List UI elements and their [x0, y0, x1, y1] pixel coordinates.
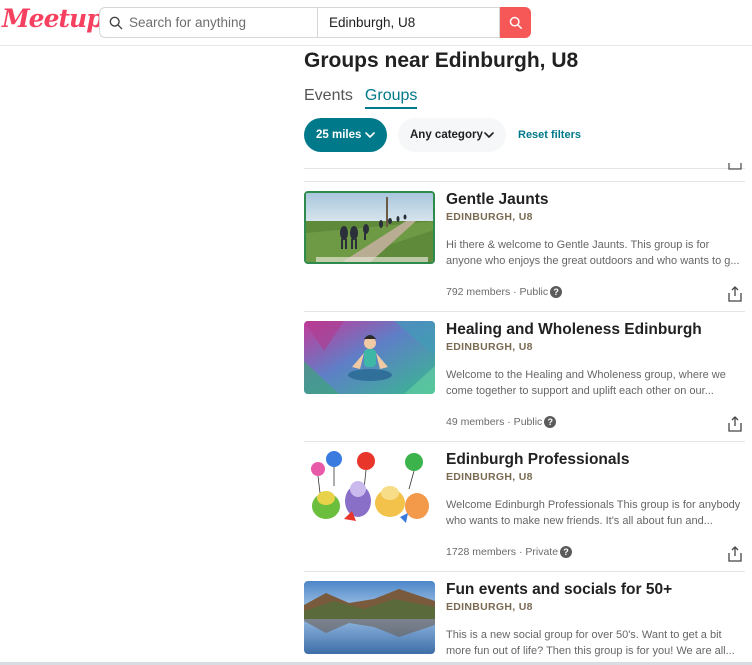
list-item[interactable]: Healing and Wholeness Edinburgh EDINBURG…: [304, 321, 749, 451]
group-description-line: Hi there & welcome to Gentle Jaunts. Thi…: [446, 239, 710, 251]
search-button[interactable]: [500, 7, 531, 38]
group-location: EDINBURGH, U8: [446, 471, 533, 483]
meditation-image: [304, 321, 435, 394]
group-location: EDINBURGH, U8: [446, 601, 533, 613]
meetup-logo[interactable]: Meetup: [2, 4, 104, 33]
mountain-lake-image: [304, 581, 435, 654]
group-name[interactable]: Healing and Wholeness Edinburgh: [446, 321, 702, 339]
group-description-line: Welcome to the Healing and Wholeness gro…: [446, 369, 726, 381]
list-divider: [304, 168, 745, 169]
category-filter[interactable]: Any category: [398, 118, 506, 152]
chevron-down-icon: [484, 132, 494, 138]
group-description: Hi there & welcome to Gentle Jaunts. Thi…: [446, 237, 744, 269]
tab-groups[interactable]: Groups: [364, 87, 418, 109]
group-location: EDINBURGH, U8: [446, 211, 533, 223]
chevron-down-icon: [365, 132, 375, 138]
group-location: EDINBURGH, U8: [446, 341, 533, 353]
search-icon: [509, 16, 522, 29]
group-description-line: anyone who enjoys the great outdoors and…: [446, 255, 740, 267]
page-title: Groups near Edinburgh, U8: [304, 49, 579, 72]
help-icon[interactable]: ?: [544, 416, 557, 428]
group-image-cartoon[interactable]: [304, 451, 435, 524]
group-member-count: 792 members · Public: [446, 286, 549, 298]
group-description-line: who wants to make new friends. It's all …: [446, 515, 713, 527]
group-meta: 49 members · Public ?: [446, 416, 557, 428]
list-divider: [304, 441, 745, 442]
list-divider: [304, 571, 745, 572]
list-item[interactable]: Gentle Jaunts EDINBURGH, U8 Hi there & w…: [304, 191, 749, 321]
group-description: Welcome Edinburgh Professionals This gro…: [446, 497, 744, 529]
group-image-lake[interactable]: [304, 581, 435, 654]
group-description: This is a new social group for over 50's…: [446, 627, 744, 659]
group-description: Welcome to the Healing and Wholeness gro…: [446, 367, 744, 399]
search-field[interactable]: [99, 7, 317, 38]
group-meta: 1728 members · Private ?: [446, 546, 573, 558]
location-field[interactable]: [317, 7, 500, 38]
group-name[interactable]: Fun events and socials for 50+: [446, 581, 672, 599]
share-icon[interactable]: [728, 286, 742, 302]
list-divider: [304, 311, 745, 312]
reset-filters-link[interactable]: Reset filters: [518, 129, 581, 141]
location-input[interactable]: [329, 15, 489, 30]
share-icon[interactable]: [728, 163, 742, 171]
cartoon-party-image: [304, 451, 435, 524]
results-tabs: Events Groups: [304, 87, 418, 109]
group-member-count: 1728 members · Private: [446, 546, 559, 558]
list-item[interactable]: Fun events and socials for 50+ EDINBURGH…: [304, 581, 749, 662]
distance-filter-label: 25 miles: [316, 129, 362, 141]
search-icon: [109, 16, 123, 29]
group-description-line: come together to support and uplift each…: [446, 385, 714, 397]
tab-events[interactable]: Events: [304, 87, 353, 109]
group-description-line: Welcome Edinburgh Professionals This gro…: [446, 499, 741, 511]
share-icon[interactable]: [728, 416, 742, 432]
hikers-image: [306, 193, 433, 262]
group-name[interactable]: Edinburgh Professionals: [446, 451, 629, 469]
share-icon[interactable]: [728, 546, 742, 562]
help-icon[interactable]: ?: [560, 546, 573, 558]
group-member-count: 49 members · Public: [446, 416, 543, 428]
filter-bar: 25 miles Any category Reset filters: [304, 118, 581, 152]
search-input[interactable]: [129, 15, 309, 30]
top-header: Meetup: [0, 0, 752, 46]
group-meta: 792 members · Public ?: [446, 286, 563, 298]
group-name[interactable]: Gentle Jaunts: [446, 191, 549, 209]
help-icon[interactable]: ?: [550, 286, 563, 298]
group-image-meditation[interactable]: [304, 321, 435, 394]
list-item[interactable]: Edinburgh Professionals EDINBURGH, U8 We…: [304, 451, 749, 581]
group-image-hikers[interactable]: [304, 191, 435, 264]
group-description-line: This is a new social group for over 50's…: [446, 629, 722, 641]
distance-filter[interactable]: 25 miles: [304, 118, 387, 152]
group-description-line: more fun out of life? Then this group is…: [446, 645, 735, 657]
category-filter-label: Any category: [410, 129, 483, 141]
list-divider: [304, 181, 745, 182]
